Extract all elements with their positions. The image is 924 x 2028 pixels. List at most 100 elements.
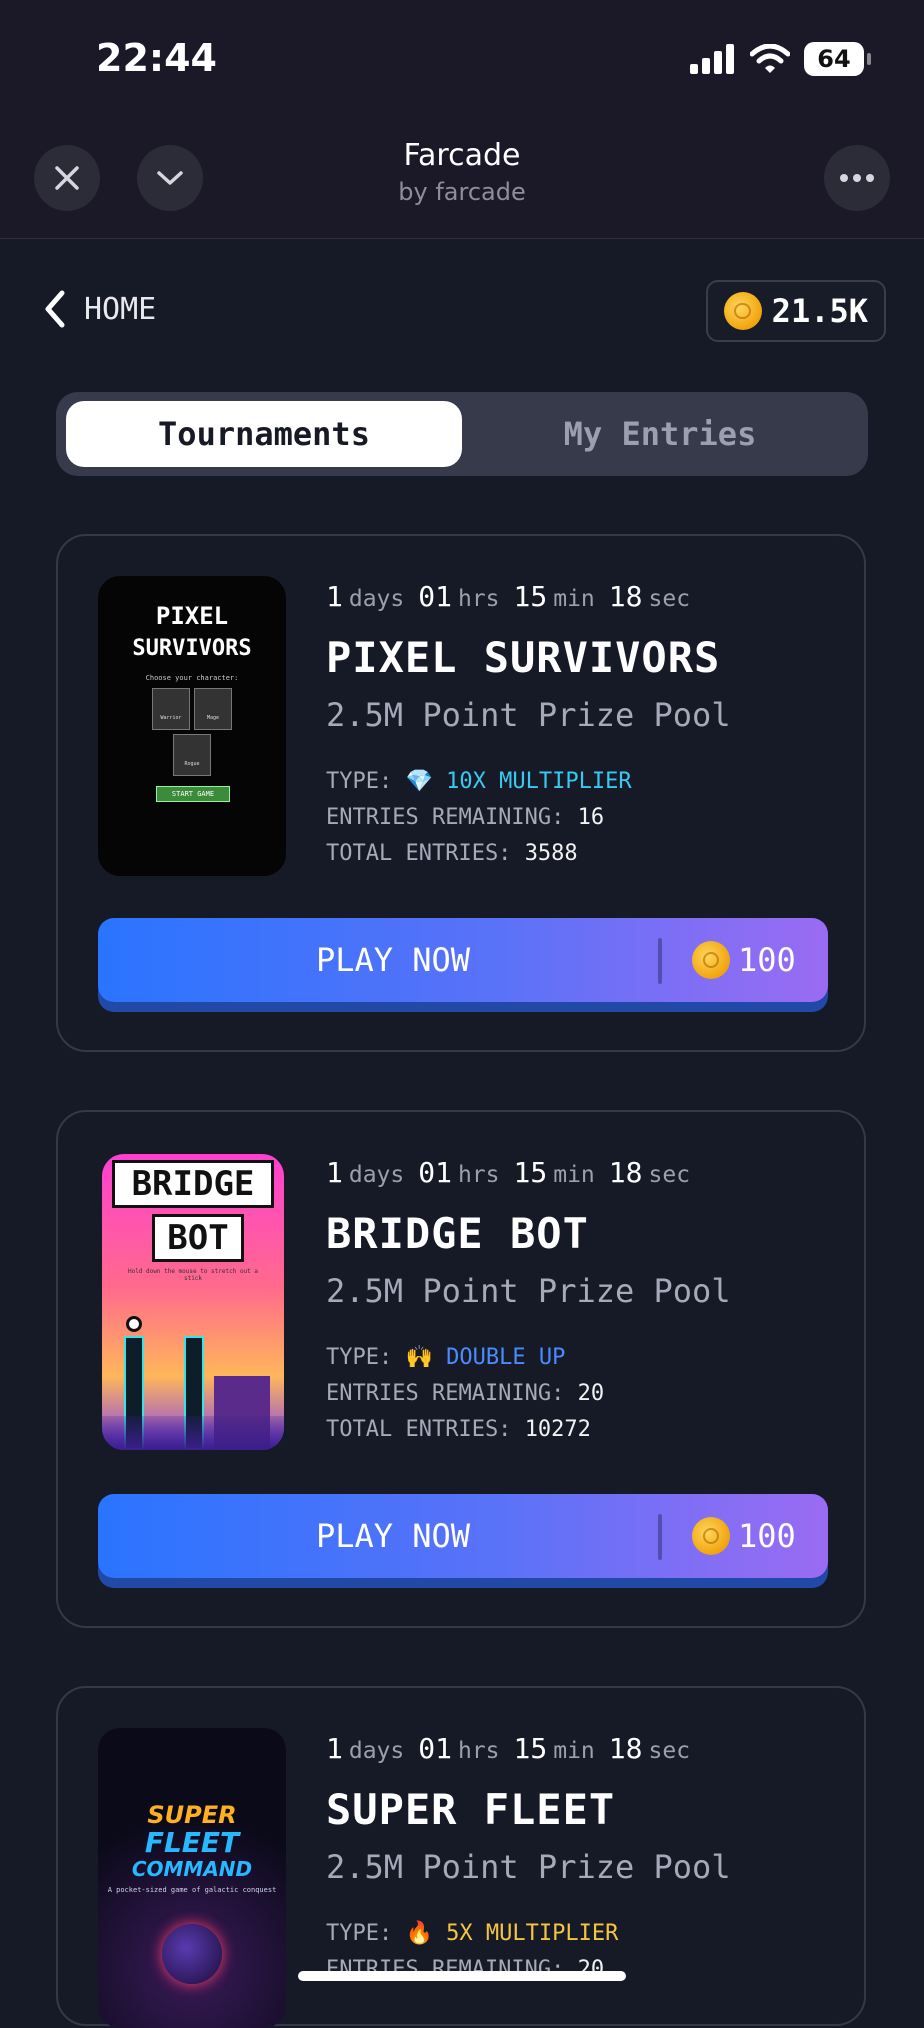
tournament-info: 1 days 01 hrs 15 min 18 sec PIXEL SURVIVORS 2.5… [326,580,846,872]
chevron-left-icon [45,290,65,328]
tournament-title: BRIDGE BOT [326,1209,589,1258]
countdown-timer: 1 days 01 hrs 15 min 18 sec [326,1732,846,1765]
more-button[interactable] [824,145,890,211]
thumb-character: Warrior [152,688,190,730]
countdown-unit: min [553,1738,595,1764]
play-now-button[interactable]: PLAY NOW 100 [98,918,828,1002]
wifi-icon [750,44,790,73]
system-icons: 64 [690,42,871,76]
thumb-subtitle: Choose your character: [145,674,239,682]
type-value: DOUBLE UP [446,1345,566,1370]
tournament-title: SUPER FLEET [326,1785,616,1834]
type-label: TYPE: [326,1921,393,1946]
entries-remaining-label: ENTRIES REMAINING: [326,1381,565,1406]
total-entries-value: 3588 [524,841,578,866]
prize-pool: 2.5M Point Prize Pool [326,696,731,734]
more-horizontal-icon [840,174,874,182]
type-value: 10X MULTIPLIER [446,769,632,794]
total-entries-row: TOTAL ENTRIES: 10272 [326,1412,846,1448]
raised-hands-icon: 🙌 [405,1345,433,1370]
countdown-unit: days [348,1738,405,1764]
countdown-unit: days [348,1162,405,1188]
entries-remaining-label: ENTRIES REMAINING: [326,805,565,830]
coin-icon [692,941,730,979]
prize-pool: 2.5M Point Prize Pool [326,1272,731,1310]
countdown-sec: 18 [608,580,643,613]
app-title: Farcade [403,138,521,173]
thumb-subtitle: Hold down the mouse to stretch out a sti… [127,1268,259,1282]
play-now-label: PLAY NOW [315,941,471,979]
thumb-title-line2: SURVIVORS [132,636,252,661]
type-label: TYPE: [326,769,393,794]
back-home-link[interactable]: HOME [44,290,156,328]
countdown-days: 1 [326,580,343,613]
thumb-start-button: START GAME [156,786,230,802]
entry-cost-value: 100 [738,941,796,979]
game-thumbnail[interactable]: PIXEL SURVIVORS Choose your character: W… [98,576,286,876]
thumb-character: Rogue [173,734,211,776]
entries-remaining-value: 20 [577,1381,605,1406]
entries-remaining-value: 16 [577,805,605,830]
tournament-title: PIXEL SURVIVORS [326,633,721,682]
countdown-unit: days [348,586,405,612]
thumb-title-line1: SUPER [147,1801,237,1829]
coin-icon [692,1517,730,1555]
back-home-label: HOME [84,291,157,327]
countdown-unit: hrs [457,1738,500,1764]
game-thumbnail[interactable]: SUPER FLEET COMMAND A pocket-sized game … [98,1728,286,2028]
tournament-info: 1 days 01 hrs 15 min 18 sec BRIDGE BOT 2.5M Poi… [326,1156,846,1448]
thumb-robot [126,1316,142,1332]
thumb-title-line1: PIXEL [155,602,229,630]
tournament-card: BRIDGE BOT Hold down the mouse to stretc… [56,1110,866,1628]
countdown-timer: 1 days 01 hrs 15 min 18 sec [326,1156,846,1189]
entries-remaining-row: ENTRIES REMAINING: 20 [326,1952,846,1988]
countdown-min: 15 [513,580,548,613]
total-entries-label: TOTAL ENTRIES: [326,1417,512,1442]
tournament-type-row: TYPE: 🙌 DOUBLE UP [326,1340,846,1376]
countdown-sec: 18 [608,1156,643,1189]
thumb-title-line3: COMMAND [131,1857,253,1881]
countdown-hrs: 01 [418,580,452,613]
total-entries-label: TOTAL ENTRIES: [326,841,512,866]
game-thumbnail[interactable]: BRIDGE BOT Hold down the mouse to stretc… [102,1154,284,1450]
entries-remaining-row: ENTRIES REMAINING: 20 [326,1376,846,1412]
thumb-title-line2: BOT [152,1214,244,1262]
entry-cost: 100 [692,1494,796,1578]
tournament-card: PIXEL SURVIVORS Choose your character: W… [56,534,866,1052]
app-subtitle: by farcade [398,178,526,206]
countdown-hrs: 01 [418,1732,452,1765]
tab-tournaments[interactable]: Tournaments [66,401,462,467]
prize-pool: 2.5M Point Prize Pool [326,1848,731,1886]
entry-cost-value: 100 [738,1517,796,1555]
play-now-label: PLAY NOW [315,1517,471,1555]
countdown-days: 1 [326,1732,343,1765]
countdown-unit: sec [648,1162,691,1188]
thumb-title-line2: FLEET [144,1826,240,1859]
total-entries-row: TOTAL ENTRIES: 3588 [326,836,846,872]
countdown-unit: min [553,586,595,612]
tab-my-entries[interactable]: My Entries [462,401,858,467]
tournament-meta: TYPE: 💎 10X MULTIPLIER ENTRIES REMAINING… [326,764,846,872]
status-bar: 22:44 64 [0,0,924,120]
status-time: 22:44 [96,36,217,80]
mini-app-navbar: Farcade by farcade [0,120,924,239]
tournament-type-row: TYPE: 🔥 5X MULTIPLIER [326,1916,846,1952]
countdown-days: 1 [326,1156,343,1189]
countdown-unit: min [553,1162,595,1188]
thumb-subtitle: A pocket-sized game of galactic conquest [107,1886,277,1894]
tournament-type-row: TYPE: 💎 10X MULTIPLIER [326,764,846,800]
home-indicator[interactable] [298,1971,626,1981]
tab-bar: Tournaments My Entries [56,392,868,476]
thumb-planet [162,1924,222,1984]
entries-remaining-row: ENTRIES REMAINING: 16 [326,800,846,836]
play-now-button[interactable]: PLAY NOW 100 [98,1494,828,1578]
countdown-unit: hrs [457,1162,500,1188]
thumb-ground [102,1416,284,1450]
countdown-hrs: 01 [418,1156,452,1189]
countdown-unit: hrs [457,586,500,612]
cellular-signal-icon [690,44,734,74]
countdown-min: 15 [513,1732,548,1765]
tournament-meta: TYPE: 🙌 DOUBLE UP ENTRIES REMAINING: 20 … [326,1340,846,1448]
coin-balance[interactable]: 21.5K [705,280,886,342]
countdown-timer: 1 days 01 hrs 15 min 18 sec [326,580,846,613]
